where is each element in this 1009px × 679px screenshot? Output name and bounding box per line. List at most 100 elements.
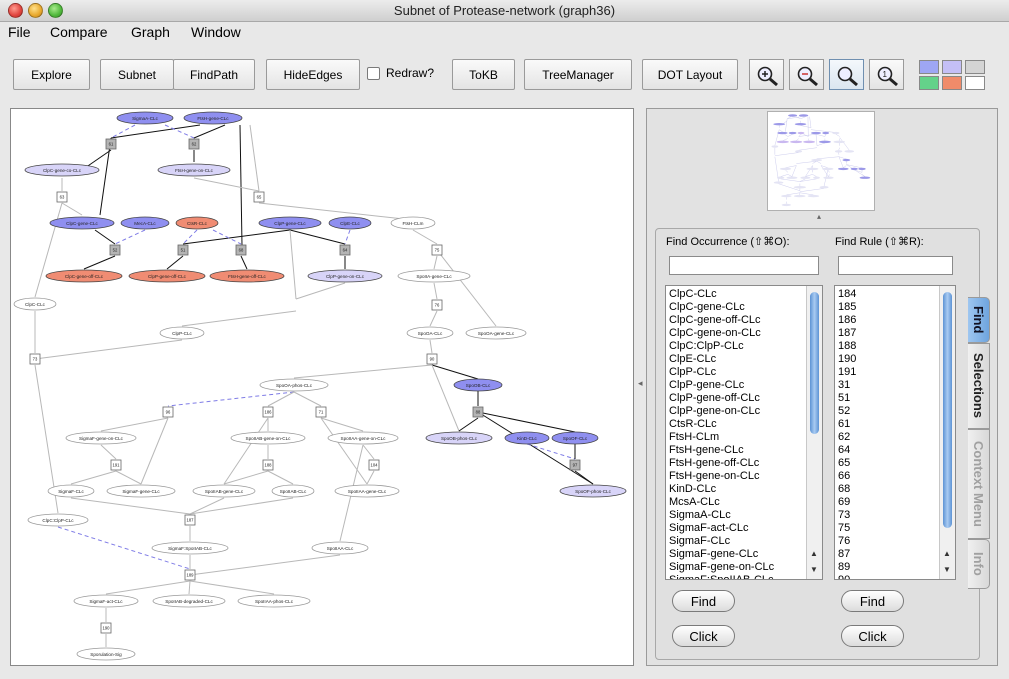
graph-rule-box[interactable]: 52 xyxy=(109,244,121,256)
graph-node[interactable]: Sporulation-Sig xyxy=(76,647,136,661)
color-swatch-green[interactable] xyxy=(919,76,939,90)
graph-node[interactable]: SigmaF-CLc xyxy=(47,484,95,498)
thumbnail-resize-icon[interactable]: ▴ xyxy=(817,212,821,221)
graph-rule-box[interactable]: 51 xyxy=(177,244,189,256)
scroll-down-icon[interactable]: ▼ xyxy=(943,565,951,574)
list-item[interactable]: ClpP-gene-CLc xyxy=(669,379,774,392)
graph-node[interactable]: SpoIIA-gene-CLc xyxy=(397,269,471,283)
graph-node[interactable]: SpoIIAB-degraded-CLc xyxy=(152,594,226,608)
graph-node[interactable]: FtsH-gene-on-CLc xyxy=(157,163,231,177)
list-item[interactable]: ClpE-CLc xyxy=(669,353,774,366)
graph-node[interactable]: SpoOA-CLc xyxy=(406,326,454,340)
graph-node[interactable]: SpoOB-phos-CLc xyxy=(425,431,493,445)
find-rule-button[interactable]: Find xyxy=(841,590,904,612)
list-item[interactable]: ClpC-CLc xyxy=(669,288,774,301)
graph-node[interactable]: SpoOA-gene-CLc xyxy=(465,326,527,340)
graph-node[interactable]: SpoIIAB-CLc xyxy=(271,484,315,498)
dot-layout-button[interactable]: DOT Layout xyxy=(642,59,738,90)
graph-node[interactable]: FtsH-gene-off-CLc xyxy=(209,269,285,283)
graph-rule-box[interactable]: 190 xyxy=(100,622,112,634)
list-item[interactable]: 188 xyxy=(838,340,856,353)
list-item[interactable]: 186 xyxy=(838,314,856,327)
graph-rule-box[interactable]: 75 xyxy=(431,244,443,256)
find-rule-input[interactable] xyxy=(838,256,953,275)
tab-selections[interactable]: Selections xyxy=(968,343,990,429)
list-item[interactable]: FtsH-CLm xyxy=(669,431,774,444)
tab-context-menu[interactable]: Context Menu xyxy=(968,429,990,539)
list-item[interactable]: 51 xyxy=(838,392,856,405)
graph-node[interactable]: MecA-CLc xyxy=(120,216,170,230)
graph-node[interactable]: ClpC-CLc xyxy=(13,297,57,311)
graph-rule-box[interactable]: 90 xyxy=(426,353,438,365)
graph-rule-box[interactable]: 68 xyxy=(235,244,247,256)
list-item[interactable]: 87 xyxy=(838,548,856,561)
list-item[interactable]: SigmaF-gene-CLc xyxy=(669,548,774,561)
graph-node[interactable]: ClpC-gene-CLc xyxy=(49,216,115,230)
list-item[interactable]: 52 xyxy=(838,405,856,418)
list-item[interactable]: 185 xyxy=(838,301,856,314)
graph-rule-box[interactable]: 96 xyxy=(162,406,174,418)
graph-node[interactable]: ClpC-gene-off-CLc xyxy=(45,269,123,283)
list-item[interactable]: FtsH-gene-on-CLc xyxy=(669,470,774,483)
graph-node[interactable]: SpoOA-phos-CLc xyxy=(259,378,329,392)
graph-node[interactable]: SpoOF-CLc xyxy=(551,431,599,445)
explore-button[interactable]: Explore xyxy=(13,59,90,90)
click-occurrence-button[interactable]: Click xyxy=(672,625,735,647)
graph-node[interactable]: SpoIIAA-gene-on-CLc xyxy=(327,431,399,445)
list-item[interactable]: ClpC:ClpP-CLc xyxy=(669,340,774,353)
graph-node[interactable]: CtsR-CLc xyxy=(175,216,219,230)
list-item[interactable]: SigmaF-act-CLc xyxy=(669,522,774,535)
graph-rule-box[interactable]: 71 xyxy=(315,406,327,418)
list-item[interactable]: SigmaA-CLc xyxy=(669,509,774,522)
list-item[interactable]: 64 xyxy=(838,444,856,457)
network-graph[interactable]: SigmaA-CLc FtsH-gene-CLc ClpC-gene-co-CLc F… xyxy=(11,109,633,665)
graph-rule-box[interactable]: 62 xyxy=(188,138,200,150)
graph-canvas[interactable]: SigmaA-CLc FtsH-gene-CLc ClpC-gene-co-CLc F… xyxy=(10,108,634,666)
redraw-checkbox[interactable] xyxy=(367,67,380,80)
graph-node[interactable]: ClpP-gene-off-CLc xyxy=(128,269,206,283)
treemanager-button[interactable]: TreeManager xyxy=(524,59,632,90)
graph-rule-box[interactable]: 188 xyxy=(262,459,274,471)
list-item[interactable]: FtsH-gene-off-CLc xyxy=(669,457,774,470)
hideedges-button[interactable]: HideEdges xyxy=(266,59,360,90)
graph-node[interactable]: SpoOF-phos-CLc xyxy=(559,484,627,498)
graph-node[interactable]: ClpP-CLc xyxy=(159,326,205,340)
graph-node[interactable]: SpoIIAA-gene-CLc xyxy=(334,484,400,498)
graph-rule-box[interactable]: 76 xyxy=(431,299,443,311)
graph-rule-box[interactable]: 191 xyxy=(110,459,122,471)
graph-rule-box[interactable]: 187 xyxy=(184,514,196,526)
graph-node[interactable]: SpoIIAA-phos-CLc xyxy=(237,594,311,608)
graph-rule-box[interactable]: 63 xyxy=(56,191,68,203)
graph-node[interactable]: ClpP-gene-on-CLc xyxy=(307,269,383,283)
rule-list[interactable]: 184 185 186 187 188 190 191 31 51 52 61 62 64 65 66 68 6… xyxy=(834,285,956,580)
graph-rule-box[interactable]: 61 xyxy=(105,138,117,150)
color-swatch-salmon[interactable] xyxy=(942,76,962,90)
find-occurrence-button[interactable]: Find xyxy=(672,590,735,612)
list-item[interactable]: ClpC-gene-on-CLc xyxy=(669,327,774,340)
list-item[interactable]: 76 xyxy=(838,535,856,548)
list-item[interactable]: FtsH-gene-CLc xyxy=(669,444,774,457)
list-item[interactable]: 89 xyxy=(838,561,856,574)
click-rule-button[interactable]: Click xyxy=(841,625,904,647)
graph-node[interactable]: SpoOB-CLc xyxy=(453,378,503,392)
color-swatch-blue[interactable] xyxy=(919,60,939,74)
panel-splitter[interactable]: ◂ xyxy=(638,108,644,666)
scroll-down-icon[interactable]: ▼ xyxy=(810,565,818,574)
graph-node[interactable]: SpoIIAA-CLc xyxy=(311,541,369,555)
graph-node[interactable]: ClpC-gene-co-CLc xyxy=(24,163,100,177)
graph-rule-box[interactable]: 88 xyxy=(472,406,484,418)
graph-rule-box[interactable]: 73 xyxy=(29,353,41,365)
graph-node[interactable]: FtsH-gene-CLc xyxy=(183,111,243,125)
graph-node[interactable]: SigmaF-gene-on-CLc xyxy=(65,431,137,445)
list-item[interactable]: ClpP-CLc xyxy=(669,366,774,379)
rule-scroll-thumb[interactable] xyxy=(943,292,952,528)
list-item[interactable]: 184 xyxy=(838,288,856,301)
list-item[interactable]: 65 xyxy=(838,457,856,470)
graph-node[interactable]: ClpC:ClpP-CLc xyxy=(27,513,89,527)
graph-rule-box[interactable]: 65 xyxy=(253,191,265,203)
graph-overview-thumbnail[interactable] xyxy=(767,111,875,211)
zoom-out-button[interactable] xyxy=(789,59,824,90)
list-item[interactable]: McsA-CLc xyxy=(669,496,774,509)
scroll-up-icon[interactable]: ▲ xyxy=(810,549,818,558)
list-item[interactable]: SigmaF-CLc xyxy=(669,535,774,548)
